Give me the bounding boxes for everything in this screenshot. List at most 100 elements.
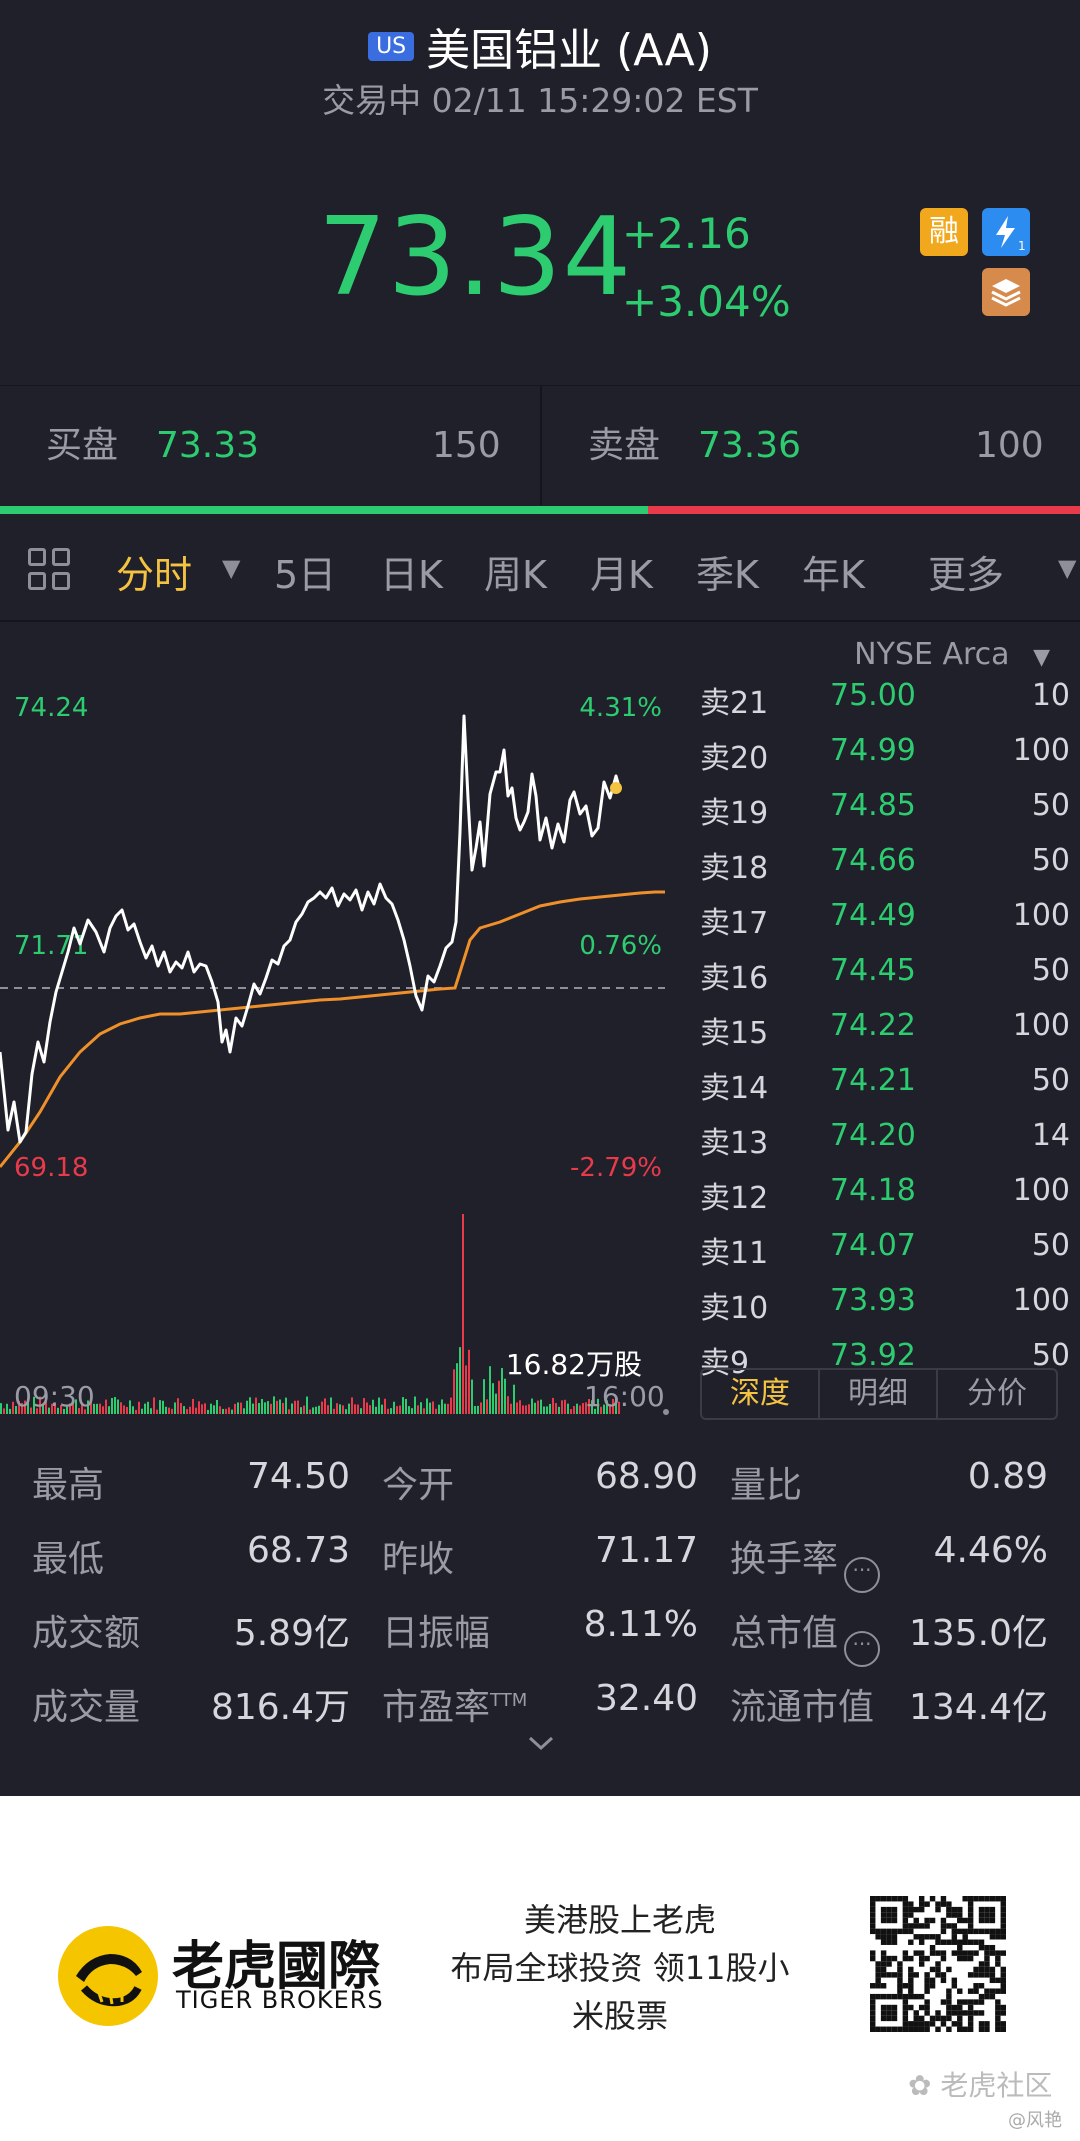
volume-bar [513, 1384, 515, 1414]
volume-bar [543, 1406, 545, 1414]
volume-bar [339, 1404, 341, 1414]
stat-high: 最高 74.50 [32, 1456, 350, 1506]
volume-bar [303, 1405, 305, 1414]
exchange-name: NYSE Arca [854, 637, 1010, 672]
chart-mid-percent: 0.76% [579, 931, 662, 961]
volume-bar [510, 1403, 512, 1414]
chart-high-price: 74.24 [14, 693, 88, 723]
volume-bar [294, 1400, 296, 1414]
intraday-chart[interactable]: 74.24 4.31% 71.71 0.76% 69.18 -2.79% 16.… [0, 622, 690, 1422]
order-book-row: 卖17 74.49 100 [700, 898, 1070, 953]
volume-bar [234, 1403, 236, 1414]
bid-price: 73.33 [156, 425, 260, 466]
tab-daily-k[interactable]: 日K [380, 544, 443, 599]
volume-bar [471, 1379, 473, 1414]
order-book-price: 75.00 [830, 678, 916, 713]
volume-bar [486, 1399, 488, 1414]
volume-bar [357, 1404, 359, 1414]
price-change: +2.16 [622, 209, 751, 258]
order-book-label: 卖11 [700, 1236, 769, 1271]
volume-bar [312, 1407, 314, 1414]
tab-quarterly-k[interactable]: 季K [696, 544, 759, 599]
volume-bar [270, 1403, 272, 1414]
volume-bar [516, 1402, 518, 1414]
order-book-label: 卖21 [700, 686, 769, 721]
chart-low-price: 69.18 [14, 1153, 88, 1183]
tab-5day[interactable]: 5日 [274, 544, 336, 599]
volume-bar [402, 1397, 404, 1414]
qr-code [870, 1896, 1006, 2032]
volume-bar [258, 1403, 260, 1414]
order-book-volume: 50 [1031, 788, 1070, 823]
turnover-info-icon[interactable]: ··· [844, 1557, 881, 1593]
stats-grid: 最高 74.50 今开 68.90 量比 0.89 最低 68.73 昨收 71.17 换… [0, 1440, 1080, 1770]
tab-weekly-k[interactable]: 周K [484, 544, 547, 599]
tab-price-distribution[interactable]: 分价 [938, 1370, 1056, 1418]
order-book-price: 74.07 [830, 1228, 916, 1263]
bid-ask-divider [540, 385, 542, 505]
volume-bar [456, 1363, 458, 1414]
exchange-selector[interactable]: NYSE Arca ▼ [854, 637, 1050, 672]
volume-bar [348, 1403, 350, 1414]
tab-detail[interactable]: 明细 [820, 1370, 938, 1418]
stat-turnover-rate: 换手率 ··· 4.46% [730, 1530, 1048, 1593]
caret-down-icon[interactable]: ▼ [222, 554, 240, 582]
volume-bar [324, 1398, 326, 1414]
volume-bar [204, 1403, 206, 1414]
volume-bar [333, 1408, 335, 1414]
tab-monthly-k[interactable]: 月K [590, 544, 653, 599]
volume-bar [249, 1397, 251, 1414]
order-book-price: 74.22 [830, 1008, 916, 1043]
volume-bar [390, 1408, 392, 1414]
volume-bar [291, 1403, 293, 1414]
volume-bar [561, 1400, 563, 1414]
volume-bar [336, 1403, 338, 1414]
order-book-label: 卖19 [700, 796, 769, 831]
more-caret-icon[interactable]: ▼ [1058, 554, 1076, 582]
stock-title: 美国铝业 (AA) [426, 25, 712, 76]
volume-bar [135, 1409, 137, 1414]
volume-bar [153, 1397, 155, 1414]
volume-bar [450, 1397, 452, 1414]
order-book-row: 卖20 74.99 100 [700, 733, 1070, 788]
volume-bar [150, 1408, 152, 1414]
volume-bar [570, 1409, 572, 1414]
tab-intraday[interactable]: 分时 [116, 544, 192, 599]
layers-icon[interactable] [982, 268, 1030, 316]
volume-bar [213, 1405, 215, 1414]
expand-chevron-icon[interactable] [526, 1728, 556, 1758]
grid-icon[interactable] [28, 548, 72, 592]
margin-badge[interactable]: 融 [920, 208, 968, 256]
volume-bar [141, 1408, 143, 1414]
volume-bar [576, 1403, 578, 1414]
volume-bar [405, 1398, 407, 1414]
volume-bar [498, 1380, 500, 1414]
tab-more[interactable]: 更多 [928, 544, 1004, 599]
volume-bar [549, 1403, 551, 1414]
volume-label: 16.82万股 [506, 1348, 642, 1381]
volume-bar [297, 1400, 299, 1414]
volume-bar [174, 1402, 176, 1414]
flash-icon[interactable]: 1 [982, 208, 1030, 256]
order-book-row: 卖13 74.20 14 [700, 1118, 1070, 1173]
tab-depth[interactable]: 深度 [702, 1370, 820, 1418]
order-book-price: 74.85 [830, 788, 916, 823]
volume-bar [351, 1397, 353, 1414]
chart-period-tabs: 分时 ▼ 5日 日K 周K 月K 季K 年K 更多 ▼ [0, 514, 1080, 622]
volume-bar [264, 1402, 266, 1414]
volume-bar [354, 1404, 356, 1414]
volume-bar [369, 1405, 371, 1414]
stat-prev-close: 昨收 71.17 [382, 1530, 698, 1580]
volume-bar [219, 1406, 221, 1414]
price-change-percent: +3.04% [622, 277, 791, 326]
volume-bar [489, 1366, 491, 1414]
volume-bar [165, 1406, 167, 1414]
ask-label: 卖盘 [588, 425, 661, 466]
market-cap-info-icon[interactable]: ··· [844, 1631, 881, 1667]
volume-bar [255, 1397, 257, 1414]
order-book-row: 卖12 74.18 100 [700, 1173, 1070, 1228]
volume-bar [9, 1408, 11, 1414]
volume-bar [267, 1401, 269, 1414]
tab-yearly-k[interactable]: 年K [802, 544, 865, 599]
order-book-row: 卖16 74.45 50 [700, 953, 1070, 1008]
